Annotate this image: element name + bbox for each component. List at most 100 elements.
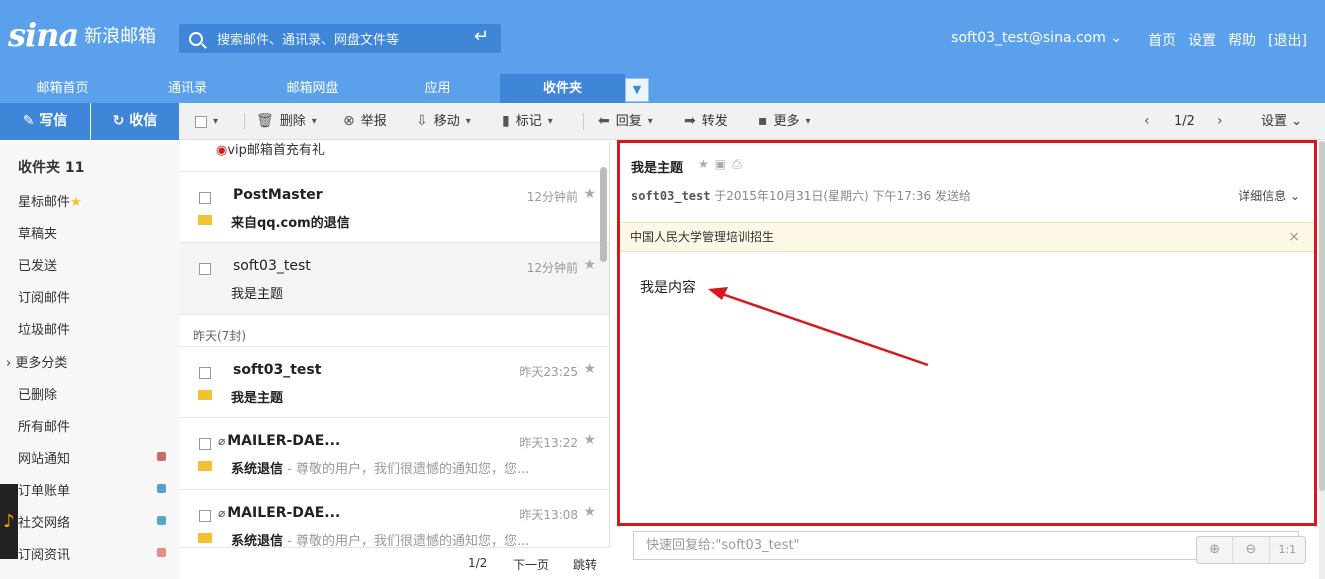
print-icon[interactable]: ⎙	[732, 157, 748, 171]
unread-envelope-icon	[198, 461, 212, 471]
zoom-in-icon[interactable]: ⊕	[1197, 537, 1234, 563]
vip-promo[interactable]: ◉vip邮箱首充有礼	[216, 141, 325, 158]
mail-row[interactable]: soft03_test 12分钟前 ★ 我是主题	[180, 243, 609, 315]
delete-button[interactable]: 🗑 删除 ▾	[256, 103, 317, 140]
forward-button[interactable]: ➡ 转发	[684, 103, 728, 140]
delete-label: 删除	[279, 114, 306, 129]
next-page-button[interactable]: ›	[1217, 103, 1223, 140]
folder-social[interactable]: 社交网络	[18, 512, 70, 531]
folder-spam[interactable]: 垃圾邮件	[18, 319, 70, 338]
more-button[interactable]: ▪ 更多 ▾	[758, 103, 811, 140]
folder-more-categories[interactable]: › 更多分类	[6, 352, 67, 371]
ad-banner: 中国人民大学管理培训招生 ×	[620, 222, 1314, 252]
folder-deleted[interactable]: 已删除	[18, 384, 57, 403]
move-icon: ⇩	[416, 113, 428, 129]
folder-sidebar: 收件夹 11 星标邮件★ 草稿夹 已发送 订阅邮件 垃圾邮件 › 更多分类 已删…	[0, 141, 180, 579]
search-input[interactable]: 搜索邮件、通讯录、网盘文件等	[217, 29, 399, 48]
sina-logo[interactable]: sina 新浪邮箱	[8, 14, 156, 56]
mail-checkbox[interactable]	[199, 367, 211, 379]
close-icon[interactable]: ×	[1288, 223, 1300, 251]
star-icon[interactable]: ★	[583, 257, 596, 273]
mail-checkbox[interactable]	[199, 263, 211, 275]
link-home[interactable]: 首页	[1148, 30, 1176, 50]
mail-time: 昨天13:22	[519, 436, 578, 450]
settings-dropdown[interactable]: 设置 ⌄	[1261, 103, 1302, 140]
link-logout[interactable]: [退出]	[1268, 30, 1307, 50]
zoom-out-icon[interactable]: ⊖	[1233, 537, 1270, 563]
reader-from[interactable]: soft03_test	[631, 189, 710, 203]
star-icon[interactable]: ★	[583, 504, 596, 520]
folder-site-notices[interactable]: 网站通知	[18, 448, 70, 467]
ad-text[interactable]: 中国人民大学管理培训招生	[630, 230, 774, 244]
mail-row[interactable]: soft03_test 昨天23:25 ★ 我是主题	[180, 346, 609, 418]
next-page-link[interactable]: 下一页	[513, 556, 549, 573]
chevron-down-icon: ▾	[213, 116, 219, 127]
compose-button[interactable]: ✎ 写信	[0, 103, 90, 140]
report-button[interactable]: ⊗ 举报	[343, 103, 387, 140]
tab-apps[interactable]: 应用	[375, 74, 500, 103]
image-icon[interactable]: ▣	[715, 157, 732, 171]
jump-link[interactable]: 跳转	[573, 556, 597, 573]
folder-orders[interactable]: 订单账单	[18, 480, 70, 499]
folder-sent[interactable]: 已发送	[18, 255, 57, 274]
mail-list-scrollbar[interactable]	[600, 167, 607, 262]
star-icon[interactable]: ★	[583, 361, 596, 377]
reader-scroll-thumb[interactable]	[1319, 141, 1325, 491]
music-player-icon[interactable]: ♪	[0, 484, 18, 559]
unread-envelope-icon	[198, 390, 212, 400]
search-box[interactable]: 搜索邮件、通讯录、网盘文件等 ↵	[179, 24, 501, 53]
select-all-checkbox[interactable]	[195, 115, 207, 128]
chevron-right-icon: ›	[1217, 113, 1223, 129]
prev-page-button[interactable]: ‹	[1144, 103, 1150, 140]
reply-button[interactable]: ⬅ 回复 ▾	[598, 103, 653, 140]
mail-checkbox[interactable]	[199, 438, 211, 450]
folder-starred[interactable]: 星标邮件★	[18, 191, 82, 210]
list-page-indicator: 1/2	[468, 556, 488, 570]
mark-button[interactable]: ▮ 标记 ▾	[502, 103, 553, 140]
tab-contacts[interactable]: 通讯录	[125, 74, 250, 103]
mail-reader: 我是主题 ★▣⎙ soft03_test 于2015年10月31日(星期六) 下…	[617, 140, 1317, 526]
tab-mail-home[interactable]: 邮箱首页	[0, 74, 125, 103]
chevron-down-icon: ▾	[311, 116, 317, 127]
tab-inbox[interactable]: 收件夹	[500, 74, 625, 103]
star-icon[interactable]: ★	[583, 432, 596, 448]
detail-info-toggle[interactable]: 详细信息 ⌄	[1238, 187, 1300, 204]
mail-checkbox[interactable]	[199, 510, 211, 522]
move-button[interactable]: ⇩ 移动 ▾	[416, 103, 471, 140]
zoom-reset-button[interactable]: 1:1	[1270, 537, 1305, 563]
folder-all-mail[interactable]: 所有邮件	[18, 416, 70, 435]
folder-news[interactable]: 订阅资讯	[18, 544, 70, 563]
tab-netdisk[interactable]: 邮箱网盘	[250, 74, 375, 103]
mail-body: 我是内容	[640, 280, 696, 296]
weibo-icon: ◉	[216, 143, 228, 158]
receive-label: 收信	[129, 113, 158, 129]
receive-button[interactable]: ↻ 收信	[91, 103, 179, 140]
category-color-dot	[157, 548, 166, 557]
enter-icon[interactable]: ↵	[474, 26, 489, 47]
mail-time: 12分钟前	[526, 261, 578, 275]
link-settings[interactable]: 设置	[1188, 30, 1216, 50]
tabs-dropdown-icon[interactable]: ▼	[625, 78, 649, 102]
mail-subject: 来自qq.com的退信	[231, 216, 350, 231]
compose-label: 写信	[39, 113, 68, 129]
star-icon[interactable]: ★	[698, 157, 715, 171]
link-help[interactable]: 帮助	[1228, 30, 1256, 50]
mail-list-pagination: 1/2 下一页 跳转	[180, 547, 610, 579]
account-menu[interactable]: soft03_test@sina.com ⌄	[951, 30, 1122, 50]
folder-drafts[interactable]: 草稿夹	[18, 223, 57, 242]
mail-row[interactable]: ⌀ MAILER-DAE... 昨天13:22 ★ 系统退信 - 尊敬的用户，我们…	[180, 418, 609, 490]
folder-inbox[interactable]: 收件夹 11	[18, 157, 84, 177]
mail-row[interactable]: PostMaster 12分钟前 ★ 来自qq.com的退信	[180, 171, 609, 243]
brand-name: 新浪邮箱	[84, 26, 157, 47]
date-group-header: 昨天(7封)	[193, 329, 246, 343]
folder-subscriptions[interactable]: 订阅邮件	[18, 287, 70, 306]
compose-icon: ✎	[22, 113, 40, 129]
mail-time: 12分钟前	[526, 190, 578, 204]
search-icon	[189, 31, 203, 46]
mail-checkbox[interactable]	[199, 192, 211, 204]
star-icon[interactable]: ★	[583, 186, 596, 202]
attachment-icon: ⌀	[218, 434, 226, 448]
mail-sender: ⌀ MAILER-DAE...	[218, 433, 340, 449]
select-all-dropdown[interactable]: ▾	[195, 103, 218, 140]
reader-scrollbar[interactable]	[1319, 141, 1325, 579]
